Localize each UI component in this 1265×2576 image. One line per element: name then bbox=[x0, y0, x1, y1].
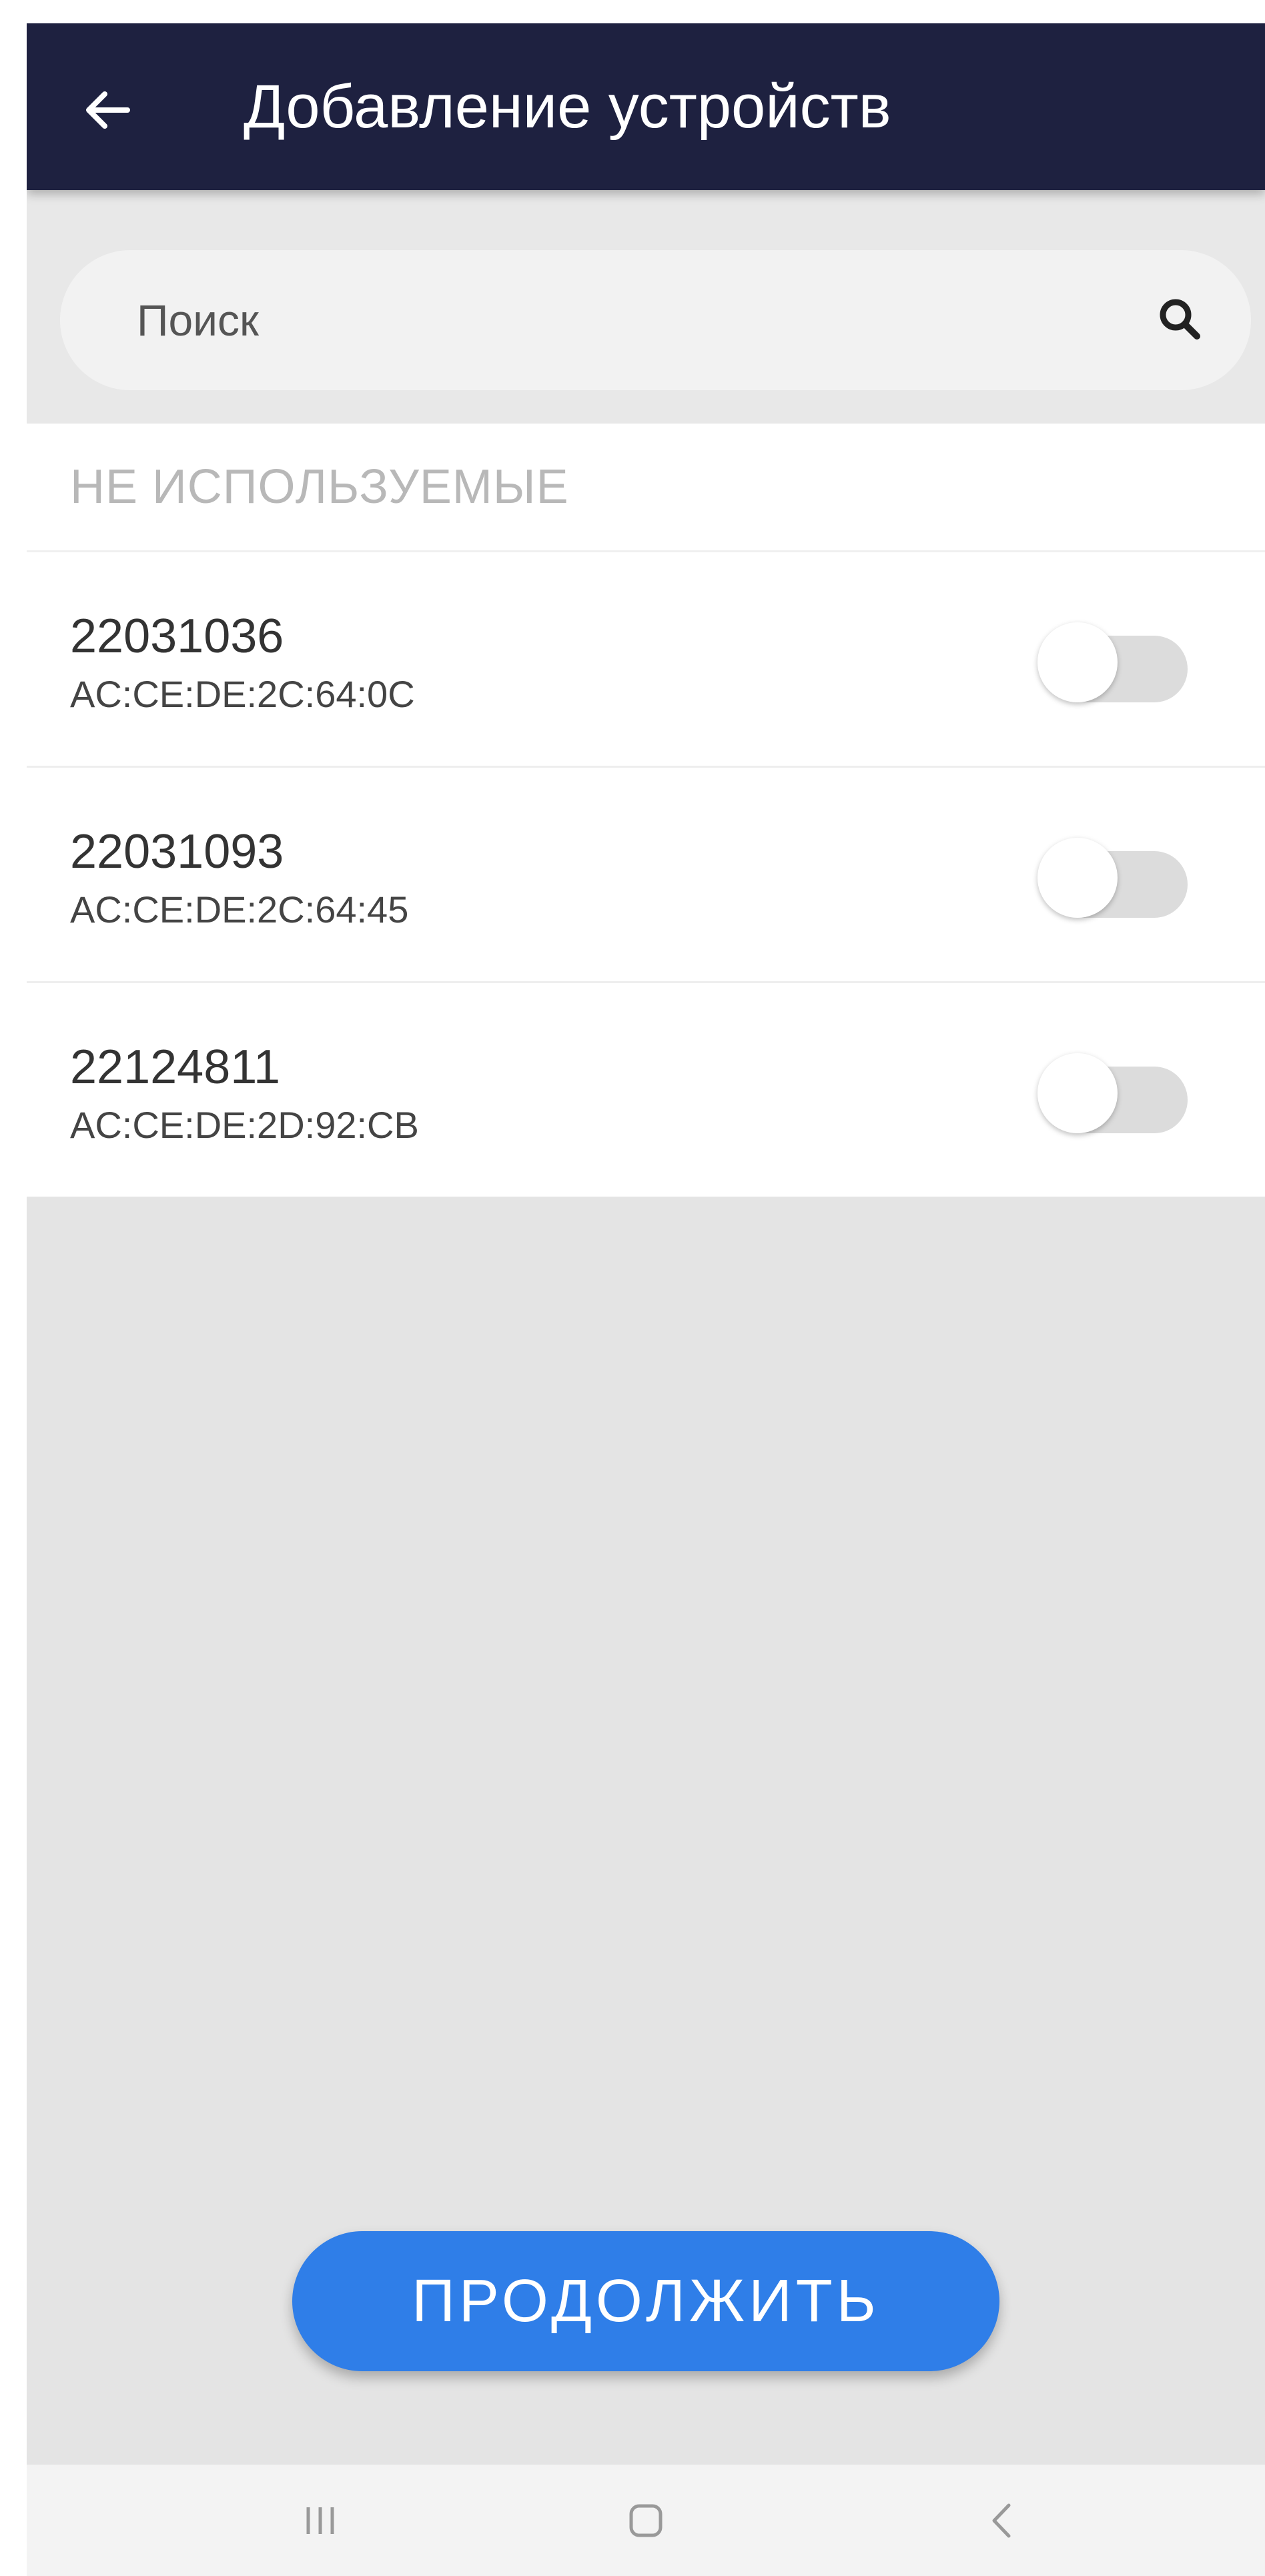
app-screen: Добавление устройств НЕ ИСПОЛЬЗУЕМЫЕ 220… bbox=[27, 23, 1265, 2576]
device-row[interactable]: 22031093 AC:CE:DE:2C:64:45 bbox=[27, 768, 1265, 983]
device-name: 22124811 bbox=[70, 1041, 280, 1094]
page-title: Добавление устройств bbox=[244, 73, 891, 141]
search-input[interactable] bbox=[137, 250, 1104, 390]
toggle-knob bbox=[1037, 622, 1118, 702]
recents-button[interactable] bbox=[254, 2465, 387, 2576]
section-header: НЕ ИСПОЛЬЗУЕМЫЕ bbox=[27, 424, 1265, 552]
device-toggle[interactable] bbox=[1037, 1053, 1188, 1133]
device-row[interactable]: 22124811 AC:CE:DE:2D:92:CB bbox=[27, 983, 1265, 1197]
toggle-knob bbox=[1037, 838, 1118, 918]
search-icon[interactable] bbox=[1154, 293, 1208, 347]
device-name: 22031093 bbox=[70, 825, 284, 878]
device-name: 22031036 bbox=[70, 610, 284, 663]
nav-back-icon bbox=[992, 2503, 1011, 2537]
device-list: НЕ ИСПОЛЬЗУЕМЫЕ 22031036 AC:CE:DE:2C:64:… bbox=[27, 424, 1265, 1197]
arrow-left-icon bbox=[86, 91, 130, 129]
recents-icon bbox=[306, 2507, 334, 2534]
device-mac: AC:CE:DE:2C:64:0C bbox=[70, 673, 415, 715]
device-toggle[interactable] bbox=[1037, 622, 1188, 702]
continue-button[interactable]: ПРОДОЛЖИТЬ bbox=[292, 2231, 999, 2371]
device-mac: AC:CE:DE:2C:64:45 bbox=[70, 888, 409, 930]
toggle-knob bbox=[1037, 1053, 1118, 1133]
search-area bbox=[27, 190, 1265, 424]
home-button[interactable] bbox=[579, 2465, 713, 2576]
system-back-button[interactable] bbox=[934, 2465, 1068, 2576]
back-button[interactable] bbox=[73, 77, 140, 143]
device-frame: Добавление устройств НЕ ИСПОЛЬЗУЕМЫЕ 220… bbox=[0, 0, 1265, 2576]
search-bar[interactable] bbox=[60, 250, 1251, 390]
device-row[interactable]: 22031036 AC:CE:DE:2C:64:0C bbox=[27, 552, 1265, 768]
device-mac: AC:CE:DE:2D:92:CB bbox=[70, 1104, 419, 1146]
device-toggle[interactable] bbox=[1037, 838, 1188, 918]
app-bar: Добавление устройств bbox=[27, 23, 1265, 190]
system-nav-bar bbox=[27, 2465, 1265, 2576]
home-icon bbox=[629, 2504, 663, 2537]
